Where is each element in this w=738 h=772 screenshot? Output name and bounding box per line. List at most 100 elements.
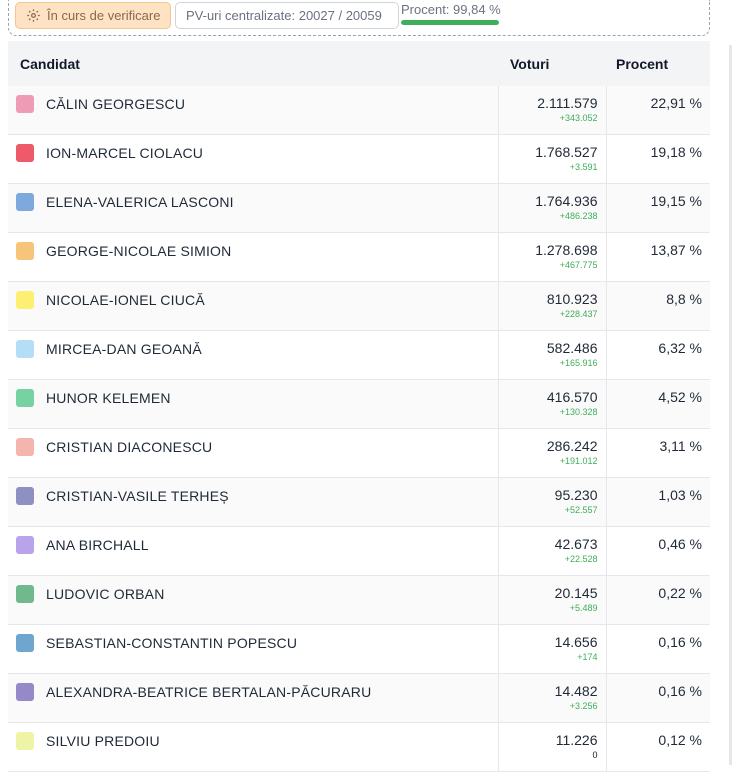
table-row[interactable]: ION-MARCEL CIOLACU 1.768.527 +3.591 19,18 % <box>8 134 710 184</box>
votes-value: 11.226 <box>555 732 598 748</box>
candidate-cell: SILVIU PREDOIU <box>8 722 498 772</box>
candidate-color-swatch <box>16 340 34 358</box>
percent-cell: 19,18 % <box>606 134 710 184</box>
percent-cell: 22,91 % <box>606 86 710 135</box>
candidate-cell: MIRCEA-DAN GEOANĂ <box>8 330 498 380</box>
candidate-name: CRISTIAN-VASILE TERHEȘ <box>46 488 229 504</box>
votes-value: 95.230 <box>554 487 598 503</box>
votes-value: 2.111.579 <box>537 95 598 111</box>
percent-value: 4,52 % <box>658 389 702 405</box>
candidate-color-swatch <box>16 683 34 701</box>
candidate-name: SILVIU PREDOIU <box>46 733 160 749</box>
percent-value: 6,32 % <box>658 340 702 356</box>
candidate-info: HUNOR KELEMEN <box>8 380 498 407</box>
percent-cell: 8,8 % <box>606 281 710 331</box>
percent-cell: 0,12 % <box>606 722 710 772</box>
table-row[interactable]: NICOLAE-IONEL CIUCĂ 810.923 +228.437 8,8 % <box>8 281 710 331</box>
votes-delta: +130.328 <box>559 407 598 417</box>
candidate-color-swatch <box>16 634 34 652</box>
candidate-info: ANA BIRCHALL <box>8 527 498 554</box>
votes-cell: 582.486 +165.916 <box>497 330 607 380</box>
percent-cell: 0,16 % <box>606 624 710 674</box>
candidate-cell: NICOLAE-IONEL CIUCĂ <box>8 281 498 331</box>
status-bar: În curs de verificare PV-uri centralizat… <box>8 0 710 36</box>
candidate-cell: ION-MARCEL CIOLACU <box>8 134 498 184</box>
candidate-color-swatch <box>16 585 34 603</box>
votes-delta: +22.528 <box>564 554 598 564</box>
candidate-cell: LUDOVIC ORBAN <box>8 575 498 625</box>
percent-cell: 6,32 % <box>606 330 710 380</box>
percent-cell: 0,46 % <box>606 526 710 576</box>
table-row[interactable]: SEBASTIAN-CONSTANTIN POPESCU 14.656 +174 0,… <box>8 624 710 674</box>
verification-status-badge[interactable]: În curs de verificare <box>15 2 171 29</box>
verification-status-label: În curs de verificare <box>47 8 161 23</box>
candidate-name: CRISTIAN DIACONESCU <box>46 439 213 455</box>
column-header-percent[interactable]: Procent <box>606 41 710 86</box>
percent-cell: 19,15 % <box>606 183 710 233</box>
candidate-name: ALEXANDRA-BEATRICE BERTALAN-PĂCURARU <box>46 684 372 700</box>
pv-counter-label: PV-uri centralizate: 20027 / 20059 <box>186 8 382 23</box>
table-row[interactable]: HUNOR KELEMEN 416.570 +130.328 4,52 % <box>8 379 710 429</box>
candidate-info: SILVIU PREDOIU <box>8 723 498 750</box>
candidate-color-swatch <box>16 291 34 309</box>
table-header-row: Candidat Voturi Procent <box>8 41 710 86</box>
table-row[interactable]: ELENA-VALERICA LASCONI 1.764.936 +486.238 1… <box>8 183 710 233</box>
percent-value: 3,11 % <box>659 438 702 454</box>
percent-progress-fill <box>401 20 499 25</box>
candidate-color-swatch <box>16 438 34 456</box>
column-header-votes[interactable]: Voturi <box>498 41 606 86</box>
gear-icon <box>27 9 40 22</box>
votes-delta: +486.238 <box>559 211 598 221</box>
table-row[interactable]: LUDOVIC ORBAN 20.145 +5.489 0,22 % <box>8 575 710 625</box>
votes-cell: 416.570 +130.328 <box>497 379 607 429</box>
candidate-color-swatch <box>16 536 34 554</box>
table-row[interactable]: CRISTIAN DIACONESCU 286.242 +191.012 3,11 % <box>8 428 710 478</box>
percent-value: 19,15 % <box>650 193 702 209</box>
votes-cell: 1.278.698 +467.775 <box>497 232 607 282</box>
candidate-cell: ALEXANDRA-BEATRICE BERTALAN-PĂCURARU <box>8 673 498 723</box>
votes-cell: 14.482 +3.256 <box>497 673 607 723</box>
percent-label: Procent: 99,84 % <box>401 2 501 17</box>
table-row[interactable]: MIRCEA-DAN GEOANĂ 582.486 +165.916 6,32 % <box>8 330 710 380</box>
votes-value: 14.482 <box>554 683 598 699</box>
votes-cell: 1.768.527 +3.591 <box>497 134 607 184</box>
scrollbar[interactable] <box>729 45 732 765</box>
table-row[interactable]: SILVIU PREDOIU 11.226 0 0,12 % <box>8 722 710 772</box>
votes-value: 1.768.527 <box>535 144 598 160</box>
votes-cell: 42.673 +22.528 <box>497 526 607 576</box>
pv-centralized-counter: PV-uri centralizate: 20027 / 20059 <box>175 2 399 29</box>
percent-progress-track <box>401 20 499 25</box>
percent-value: 0,16 % <box>658 634 702 650</box>
candidate-name: CĂLIN GEORGESCU <box>46 96 186 112</box>
votes-delta: +343.052 <box>559 113 598 123</box>
candidate-info: LUDOVIC ORBAN <box>8 576 498 603</box>
votes-value: 1.278.698 <box>535 242 598 258</box>
table-row[interactable]: GEORGE-NICOLAE SIMION 1.278.698 +467.775 13… <box>8 232 710 282</box>
results-table: Candidat Voturi Procent CĂLIN GEORGESCU 2… <box>8 41 710 772</box>
percent-cell: 1,03 % <box>606 477 710 527</box>
table-row[interactable]: ANA BIRCHALL 42.673 +22.528 0,46 % <box>8 526 710 576</box>
votes-cell: 20.145 +5.489 <box>497 575 607 625</box>
table-row[interactable]: CRISTIAN-VASILE TERHEȘ 95.230 +52.557 1,03 … <box>8 477 710 527</box>
percent-cell: 4,52 % <box>606 379 710 429</box>
column-header-candidate[interactable]: Candidat <box>8 41 498 86</box>
votes-cell: 95.230 +52.557 <box>497 477 607 527</box>
candidate-cell: ELENA-VALERICA LASCONI <box>8 183 498 233</box>
candidate-name: SEBASTIAN-CONSTANTIN POPESCU <box>46 635 298 651</box>
votes-value: 1.764.936 <box>535 193 598 209</box>
table-row[interactable]: ALEXANDRA-BEATRICE BERTALAN-PĂCURARU 14.4… <box>8 673 710 723</box>
votes-value: 286.242 <box>546 438 598 454</box>
percent-value: 0,46 % <box>658 536 702 552</box>
candidate-name: LUDOVIC ORBAN <box>46 586 165 602</box>
candidate-color-swatch <box>16 389 34 407</box>
votes-value: 810.923 <box>546 291 598 307</box>
candidate-info: ALEXANDRA-BEATRICE BERTALAN-PĂCURARU <box>8 674 498 701</box>
candidate-color-swatch <box>16 144 34 162</box>
candidate-info: CĂLIN GEORGESCU <box>8 86 498 113</box>
votes-cell: 286.242 +191.012 <box>497 428 607 478</box>
votes-delta: +191.012 <box>559 456 598 466</box>
candidate-cell: CRISTIAN DIACONESCU <box>8 428 498 478</box>
table-row[interactable]: CĂLIN GEORGESCU 2.111.579 +343.052 22,91 % <box>8 86 710 135</box>
votes-delta: 0 <box>592 750 598 760</box>
votes-delta: +228.437 <box>559 309 598 319</box>
